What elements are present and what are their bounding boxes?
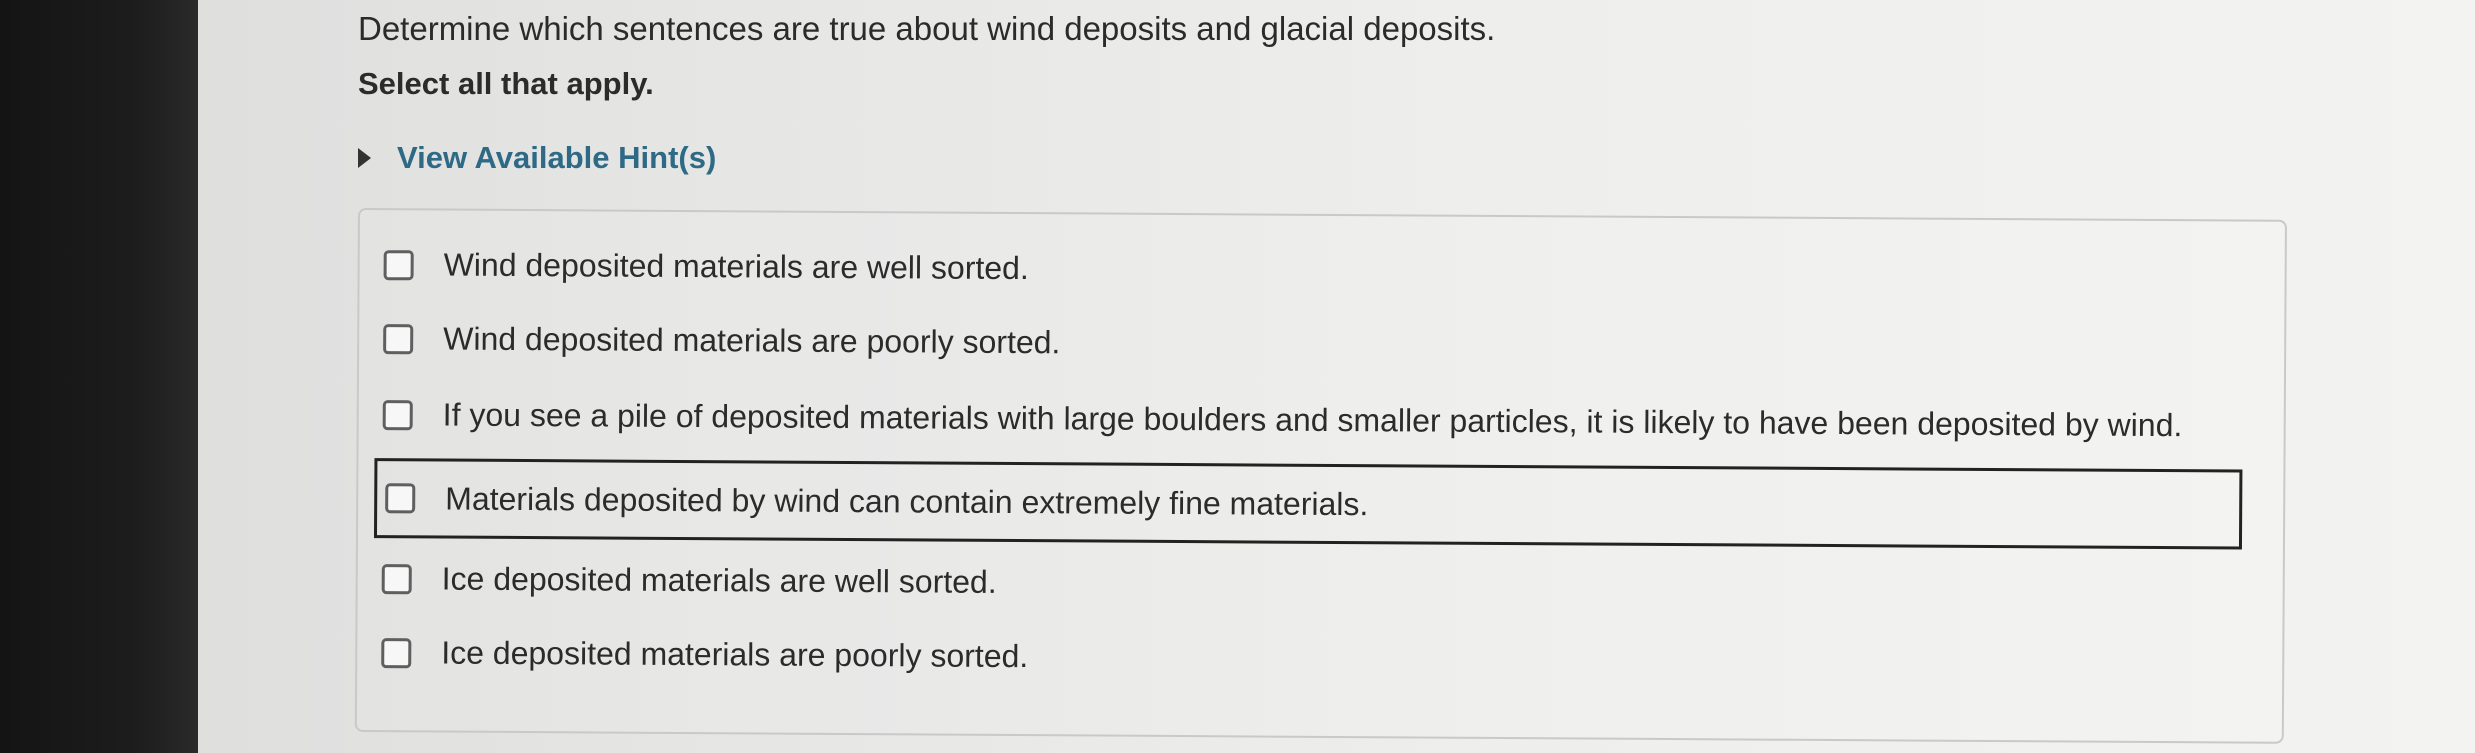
question-prompt: Determine which sentences are true about… <box>358 10 1496 47</box>
answer-option[interactable]: If you see a pile of deposited materials… <box>382 396 2183 445</box>
option-label[interactable]: Ice deposited materials are well sorted. <box>442 561 997 601</box>
answer-option[interactable]: Wind deposited materials are poorly sort… <box>383 320 1060 361</box>
option-checkbox[interactable] <box>382 399 413 430</box>
option-label[interactable]: Wind deposited materials are well sorted… <box>444 247 1029 288</box>
answer-option[interactable]: Ice deposited materials are well sorted. <box>381 560 997 601</box>
option-checkbox[interactable] <box>381 637 412 668</box>
answer-option[interactable]: Wind deposited materials are well sorted… <box>383 246 1029 288</box>
view-hints-toggle[interactable]: View Available Hint(s) <box>358 140 716 176</box>
option-checkbox[interactable] <box>383 249 414 280</box>
screen-bezel <box>0 0 198 753</box>
option-checkbox[interactable] <box>385 483 416 514</box>
option-checkbox[interactable] <box>381 563 412 594</box>
answer-option[interactable]: Ice deposited materials are poorly sorte… <box>381 634 1028 675</box>
answer-option-focused[interactable]: Materials deposited by wind can contain … <box>373 458 2243 550</box>
option-label[interactable]: Wind deposited materials are poorly sort… <box>443 321 1060 362</box>
option-label[interactable]: If you see a pile of deposited materials… <box>443 397 2183 445</box>
caret-right-icon <box>358 148 371 168</box>
question-content: Determine which sentences are true about… <box>198 0 2475 753</box>
option-label[interactable]: Ice deposited materials are poorly sorte… <box>441 635 1028 676</box>
option-checkbox[interactable] <box>383 323 414 354</box>
question-instruction: Select all that apply. <box>358 66 654 101</box>
answer-options-panel: Wind deposited materials are well sorted… <box>354 208 2287 744</box>
option-label[interactable]: Materials deposited by wind can contain … <box>445 480 1368 523</box>
view-hints-link[interactable]: View Available Hint(s) <box>397 140 716 176</box>
